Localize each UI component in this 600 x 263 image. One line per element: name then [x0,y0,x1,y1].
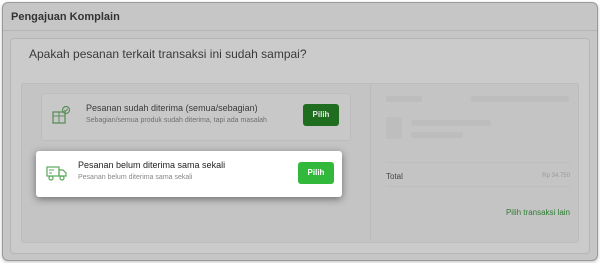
choose-other-transaction-link[interactable]: Pilih transaksi lain [506,208,570,217]
question-panel: Apakah pesanan terkait transaksi ini sud… [10,38,590,254]
complaint-modal: Pengajuan Komplain Apakah pesanan terkai… [2,2,598,261]
option-title: Pesanan sudah diterima (semua/sebagian) [86,103,258,113]
option-description: Sebagian/semua produk sudah diterima, ta… [86,117,267,124]
modal-title: Pengajuan Komplain [11,11,120,23]
faded-invoice-number [471,96,569,102]
faded-store-name [386,96,422,102]
total-value: Rp 34.750 [542,173,570,179]
pick-not-received-button[interactable]: Pilih [298,162,334,184]
option-description: Pesanan belum diterima sama sekali [78,174,193,181]
transaction-summary: Total Rp 34.750 Pilih transaksi lain [370,84,578,242]
package-received-icon [50,104,72,126]
summary-divider [386,186,570,187]
title-divider [3,30,597,31]
question-text: Apakah pesanan terkait transaksi ini sud… [29,47,307,61]
faded-product-thumbnail [386,117,402,139]
faded-product-name [411,120,491,126]
option-received[interactable]: Pesanan sudah diterima (semua/sebagian) … [41,93,351,141]
delivery-truck-icon [46,163,68,183]
pick-received-button[interactable]: Pilih [303,104,339,126]
option-not-received[interactable]: Pesanan belum diterima sama sekali Pesan… [36,151,342,197]
total-label: Total [386,172,403,181]
faded-product-price [411,132,463,138]
option-title: Pesanan belum diterima sama sekali [78,160,226,170]
summary-divider [386,162,570,163]
